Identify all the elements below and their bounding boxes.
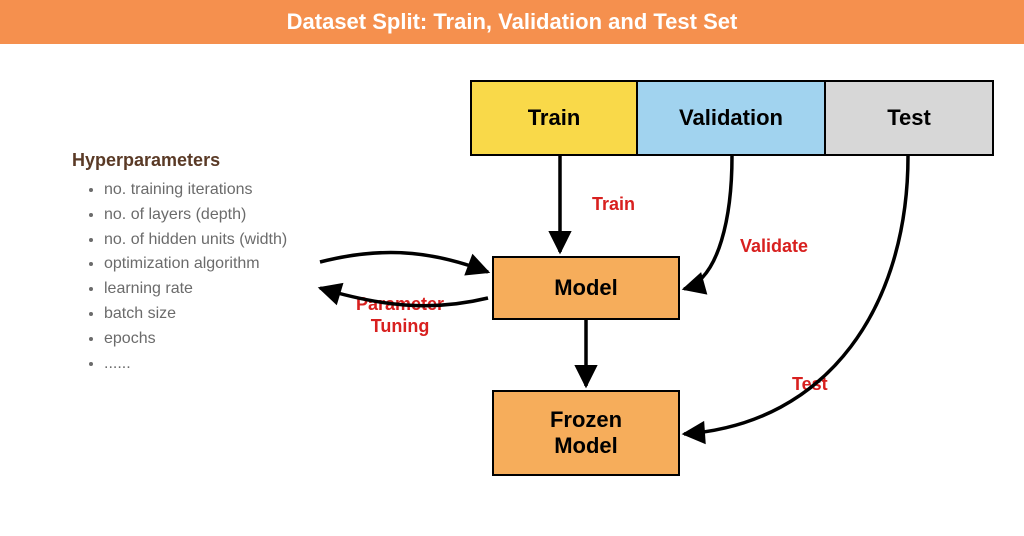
split-validation-label: Validation [679,105,783,131]
arrow-validation-to-model [684,156,732,289]
edge-label-train: Train [592,194,635,215]
arrow-hyper-to-model [320,253,488,272]
split-test-box: Test [826,80,994,156]
frozen-model-box: Frozen Model [492,390,680,476]
list-item: no. of hidden units (width) [104,228,287,253]
edge-label-validate: Validate [740,236,808,257]
model-box: Model [492,256,680,320]
hyperparameters-list: no. training iterations no. of layers (d… [100,178,287,376]
split-validation-box: Validation [638,80,826,156]
edge-label-test: Test [792,374,828,395]
split-test-label: Test [887,105,931,131]
list-item: optimization algorithm [104,252,287,277]
hyperparameters-title: Hyperparameters [72,150,220,171]
diagram-canvas: Train Validation Test Model Frozen Model… [0,44,1024,536]
list-item: learning rate [104,277,287,302]
list-item: batch size [104,302,287,327]
list-item: epochs [104,327,287,352]
split-train-label: Train [528,105,581,131]
model-label: Model [554,275,618,301]
split-train-box: Train [470,80,638,156]
page-title: Dataset Split: Train, Validation and Tes… [287,9,738,34]
frozen-model-label: Frozen Model [550,407,622,460]
list-item: no. of layers (depth) [104,203,287,228]
edge-label-tuning: Parameter Tuning [356,294,444,337]
list-item: no. training iterations [104,178,287,203]
header-band: Dataset Split: Train, Validation and Tes… [0,0,1024,44]
list-item: ...... [104,352,287,377]
